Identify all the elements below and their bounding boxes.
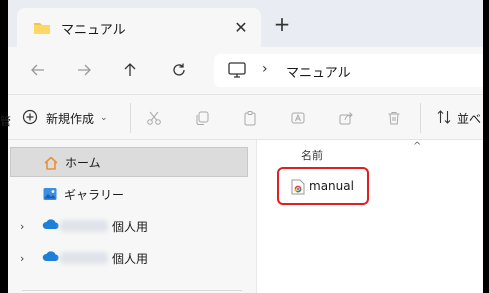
window-edge-right — [483, 0, 489, 293]
new-tab-button[interactable]: + — [270, 12, 294, 36]
toolbar-divider — [130, 103, 131, 133]
toolbar-divider — [420, 103, 421, 133]
close-tab-icon[interactable]: ✕ — [230, 16, 252, 38]
new-button-label: 新規作成 — [46, 111, 95, 126]
clipped-text-fragment: 管 — [0, 115, 11, 128]
nav-item-onedrive-personal-2[interactable]: › 個人用 — [10, 243, 248, 273]
sort-button[interactable]: 並べ — [436, 107, 481, 129]
nav-item-label: ホーム — [65, 155, 101, 170]
paste-icon[interactable] — [239, 107, 261, 129]
sort-button-label: 並べ — [457, 111, 482, 126]
onedrive-cloud-icon — [42, 218, 60, 233]
navigation-pane: ホーム ギャラリー › 個人用 › 個人用 — [8, 140, 256, 293]
column-header-name[interactable]: 名前 — [301, 147, 323, 163]
home-icon — [43, 155, 59, 174]
rename-icon[interactable] — [287, 107, 309, 129]
address-bar[interactable]: › マニュアル — [214, 54, 483, 87]
redacted-account-name — [60, 252, 108, 264]
onedrive-cloud-icon — [42, 250, 60, 265]
nav-item-onedrive-personal-1[interactable]: › 個人用 — [10, 211, 248, 241]
nav-item-gallery[interactable]: ギャラリー — [10, 179, 248, 209]
delete-icon[interactable] — [383, 107, 405, 129]
up-arrow-icon[interactable] — [118, 58, 142, 82]
gallery-icon — [42, 186, 58, 205]
cut-icon[interactable] — [143, 107, 165, 129]
navigation-bar: › マニュアル — [8, 47, 483, 94]
command-toolbar: 新規作成 ⌄ 並べ — [8, 94, 483, 140]
sort-caret-icon: ^ — [413, 141, 422, 152]
forward-arrow-icon[interactable] — [72, 58, 96, 82]
file-item-manual[interactable]: manual — [277, 167, 369, 205]
share-icon[interactable] — [335, 107, 357, 129]
chevron-right-icon[interactable]: › — [20, 252, 24, 265]
chrome-html-file-icon — [291, 179, 305, 198]
tab-manual[interactable]: マニュアル ✕ — [17, 8, 261, 47]
plus-circle-icon — [22, 109, 38, 128]
folder-icon — [33, 21, 51, 38]
back-arrow-icon[interactable] — [26, 58, 50, 82]
nav-item-label: 個人用 — [112, 219, 149, 234]
nav-item-label: ギャラリー — [64, 187, 125, 202]
chevron-right-icon[interactable]: › — [20, 220, 24, 233]
new-button[interactable]: 新規作成 ⌄ — [22, 107, 108, 129]
tab-strip: マニュアル ✕ + — [8, 0, 483, 47]
file-list-area: ^ 名前 manual — [256, 140, 483, 293]
refresh-icon[interactable] — [167, 58, 191, 82]
nav-item-home[interactable]: ホーム — [10, 147, 248, 177]
breadcrumb-manual[interactable]: マニュアル — [286, 62, 351, 81]
monitor-icon — [228, 62, 246, 81]
chevron-down-icon: ⌄ — [100, 113, 108, 123]
copy-icon[interactable] — [191, 107, 213, 129]
tab-title: マニュアル — [61, 23, 126, 38]
redacted-account-name — [60, 220, 108, 232]
nav-item-label: 個人用 — [112, 251, 149, 266]
breadcrumb-separator[interactable]: › — [262, 61, 268, 77]
nav-pane-divider — [22, 290, 242, 291]
file-name: manual — [309, 179, 354, 193]
window-edge-left — [0, 0, 8, 293]
sort-arrows-icon — [436, 109, 452, 128]
file-explorer-window: マニュアル ✕ + › マニュアル 新規作成 ⌄ 並べ ホーム ギャラリー › … — [0, 0, 489, 293]
